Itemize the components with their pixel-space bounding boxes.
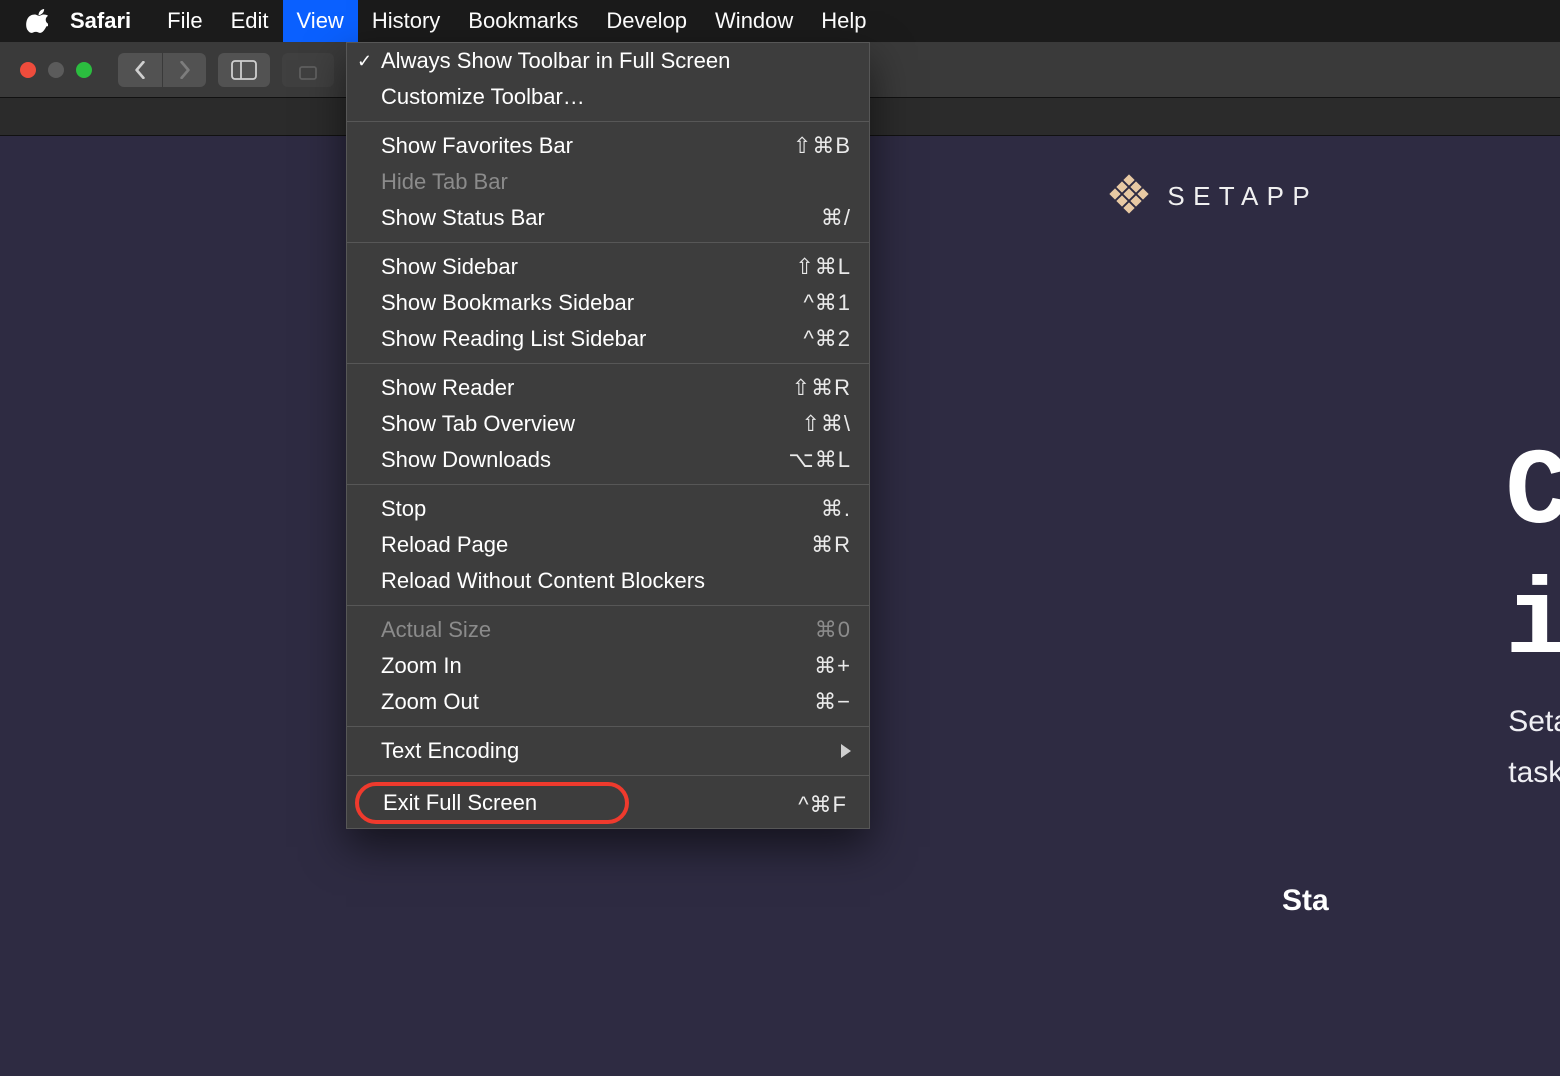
menu-item-label: Customize Toolbar… (381, 84, 851, 110)
checkmark-icon: ✓ (357, 51, 372, 72)
menu-item-label: Show Reading List Sidebar (381, 326, 803, 352)
menu-item-shortcut: ⌘− (814, 689, 851, 715)
menu-item-label: Actual Size (381, 617, 815, 643)
menu-item-reload-without-content-blockers[interactable]: Reload Without Content Blockers (347, 563, 869, 599)
menu-item-shortcut: ⌘+ (814, 653, 851, 679)
menu-item-label: Show Reader (381, 375, 792, 401)
apple-logo-icon[interactable] (26, 9, 48, 33)
forward-button[interactable] (162, 53, 206, 87)
menu-item-label: Stop (381, 496, 821, 522)
menu-item-zoom-out[interactable]: Zoom Out⌘− (347, 684, 869, 720)
menu-item-show-reader[interactable]: Show Reader⇧⌘R (347, 370, 869, 406)
menu-item-label: Zoom In (381, 653, 814, 679)
menu-item-label: Always Show Toolbar in Full Screen (381, 48, 851, 74)
menu-item-label: Exit Full Screen (383, 790, 607, 816)
page-cta[interactable]: Sta (1282, 884, 1329, 918)
menu-separator (347, 121, 869, 122)
menu-item-show-favorites-bar[interactable]: Show Favorites Bar⇧⌘B (347, 128, 869, 164)
menu-item-shortcut: ⌘. (821, 496, 851, 522)
menu-item-show-bookmarks-sidebar[interactable]: Show Bookmarks Sidebar^⌘1 (347, 285, 869, 321)
menu-bookmarks[interactable]: Bookmarks (454, 0, 592, 42)
menu-item-label: Show Status Bar (381, 205, 821, 231)
menu-item-show-downloads[interactable]: Show Downloads⌥⌘L (347, 442, 869, 478)
menu-item-label: Reload Page (381, 532, 811, 558)
menu-item-label: Show Tab Overview (381, 411, 801, 437)
menu-separator (347, 726, 869, 727)
menu-item-label: Show Favorites Bar (381, 133, 793, 159)
view-menu-dropdown: ✓ Always Show Toolbar in Full Screen Custo… (346, 42, 870, 829)
menu-item-show-reading-list-sidebar[interactable]: Show Reading List Sidebar^⌘2 (347, 321, 869, 357)
page-hero-paragraph: Seta task (1508, 696, 1560, 798)
menu-item-shortcut: ⇧⌘L (795, 254, 851, 280)
share-button[interactable] (282, 53, 334, 87)
menu-item-shortcut: ⇧⌘B (793, 133, 851, 159)
menu-item-zoom-in[interactable]: Zoom In⌘+ (347, 648, 869, 684)
sidebar-toggle-button[interactable] (218, 53, 270, 87)
menu-item-shortcut: ^⌘F (798, 792, 847, 818)
menu-view[interactable]: View (283, 0, 358, 42)
setapp-logo-icon (1109, 174, 1149, 219)
menu-item-label: Show Downloads (381, 447, 788, 473)
menu-separator (347, 605, 869, 606)
menu-item-always-show-toolbar-in-full-screen[interactable]: ✓ Always Show Toolbar in Full Screen (347, 43, 869, 79)
menu-item-shortcut: ⌥⌘L (788, 447, 851, 473)
menu-window[interactable]: Window (701, 0, 807, 42)
menu-help[interactable]: Help (807, 0, 880, 42)
menu-item-hide-tab-bar: Hide Tab Bar (347, 164, 869, 200)
menu-item-shortcut: ⌘/ (821, 205, 851, 231)
menu-item-customize-toolbar[interactable]: Customize Toolbar… (347, 79, 869, 115)
menu-separator (347, 775, 869, 776)
app-name[interactable]: Safari (70, 8, 131, 34)
menu-separator (347, 484, 869, 485)
submenu-arrow-icon (841, 738, 851, 764)
zoom-window-button[interactable] (76, 62, 92, 78)
menu-edit[interactable]: Edit (217, 0, 283, 42)
menu-item-shortcut: ^⌘2 (803, 326, 851, 352)
menu-item-exit-full-screen[interactable]: Exit Full Screen^⌘F (355, 782, 629, 824)
minimize-window-button[interactable] (48, 62, 64, 78)
menu-develop[interactable]: Develop (592, 0, 701, 42)
menu-item-shortcut: ⇧⌘R (792, 375, 851, 401)
menu-item-actual-size: Actual Size⌘0 (347, 612, 869, 648)
close-window-button[interactable] (20, 62, 36, 78)
menu-item-label: Zoom Out (381, 689, 814, 715)
system-menubar: Safari File Edit View History Bookmarks … (0, 0, 1560, 42)
menu-item-stop[interactable]: Stop⌘. (347, 491, 869, 527)
site-brand[interactable]: SETAPP (1109, 174, 1318, 219)
brand-name: SETAPP (1167, 181, 1318, 212)
menu-file[interactable]: File (153, 0, 216, 42)
menu-item-label: Hide Tab Bar (381, 169, 851, 195)
menu-item-shortcut: ⇧⌘\ (801, 411, 851, 437)
menu-item-reload-page[interactable]: Reload Page⌘R (347, 527, 869, 563)
nav-back-forward (118, 53, 206, 87)
menu-item-shortcut: ^⌘1 (803, 290, 851, 316)
menu-item-show-sidebar[interactable]: Show Sidebar⇧⌘L (347, 249, 869, 285)
back-button[interactable] (118, 53, 162, 87)
menu-item-shortcut: ⌘0 (815, 617, 851, 643)
menu-item-label: Text Encoding (381, 738, 841, 764)
menu-item-shortcut: ⌘R (811, 532, 851, 558)
window-traffic-lights (20, 62, 92, 78)
menu-item-label: Show Sidebar (381, 254, 795, 280)
page-hero-heading: C i (1505, 430, 1560, 689)
menu-separator (347, 363, 869, 364)
menu-item-show-status-bar[interactable]: Show Status Bar⌘/ (347, 200, 869, 236)
menu-item-label: Reload Without Content Blockers (381, 568, 851, 594)
menu-item-label: Show Bookmarks Sidebar (381, 290, 803, 316)
menu-history[interactable]: History (358, 0, 454, 42)
menu-item-text-encoding[interactable]: Text Encoding (347, 733, 869, 769)
menu-separator (347, 242, 869, 243)
menu-item-show-tab-overview[interactable]: Show Tab Overview⇧⌘\ (347, 406, 869, 442)
